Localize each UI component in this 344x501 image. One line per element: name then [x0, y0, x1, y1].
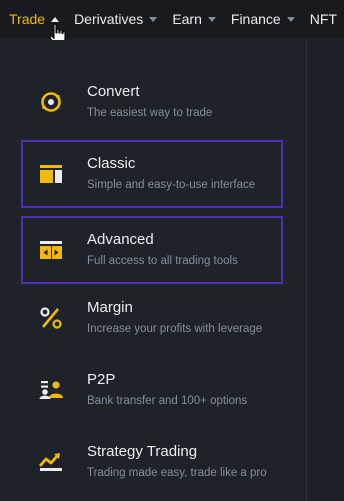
strategy-chart-icon — [38, 453, 62, 471]
caret-down-icon — [286, 16, 295, 22]
menu-item-description: Trading made easy, trade like a pro — [87, 467, 267, 479]
menu-item-p2p[interactable]: P2P Bank transfer and 100+ options — [21, 356, 283, 424]
nav-item-label: Finance — [230, 11, 281, 27]
menu-item-description: Simple and easy-to-use interface — [87, 179, 256, 191]
menu-item-title: Margin — [87, 299, 133, 316]
menu-item-description: The easiest way to trade — [87, 107, 213, 119]
menu-item-title: Convert — [87, 83, 140, 100]
menu-item-title: Strategy Trading — [87, 443, 198, 460]
trade-dropdown-menu: Convert The easiest way to trade Classic… — [1, 40, 307, 501]
menu-item-margin[interactable]: Margin Increase your profits with levera… — [21, 284, 283, 352]
menu-item-classic[interactable]: Classic Simple and easy-to-use interface — [21, 140, 283, 208]
menu-item-title: P2P — [87, 371, 116, 388]
nav-item-derivatives[interactable]: Derivatives — [74, 11, 158, 27]
caret-down-icon — [149, 16, 158, 22]
caret-up-icon — [51, 16, 60, 22]
convert-icon — [41, 92, 61, 112]
advanced-layout-icon — [40, 241, 62, 259]
menu-item-strategy-trading[interactable]: Strategy Trading Trading made easy, trad… — [21, 428, 283, 496]
nav-item-earn[interactable]: Earn — [172, 11, 216, 27]
menu-item-convert[interactable]: Convert The easiest way to trade — [21, 68, 283, 136]
p2p-users-icon — [39, 381, 63, 399]
menu-item-description: Increase your profits with leverage — [87, 323, 263, 335]
nav-item-label: Trade — [9, 11, 46, 27]
nav-item-nft[interactable]: NFT — [310, 11, 337, 27]
menu-item-description: Full access to all trading tools — [87, 255, 238, 267]
menu-item-title: Classic — [87, 155, 136, 172]
page: Trade Derivatives Earn Finance NFT Conve… — [0, 0, 344, 501]
caret-down-icon — [207, 16, 216, 22]
menu-item-description: Bank transfer and 100+ options — [87, 395, 248, 407]
nav-item-label: Derivatives — [74, 11, 144, 27]
nav-item-finance[interactable]: Finance — [231, 11, 295, 27]
margin-percent-icon — [40, 307, 62, 329]
menu-item-advanced[interactable]: Advanced Full access to all trading tool… — [21, 216, 283, 284]
classic-layout-icon — [40, 165, 62, 183]
nav-item-label: Earn — [172, 11, 202, 27]
nav-item-label: NFT — [309, 11, 337, 27]
menu-item-title: Advanced — [87, 231, 154, 248]
